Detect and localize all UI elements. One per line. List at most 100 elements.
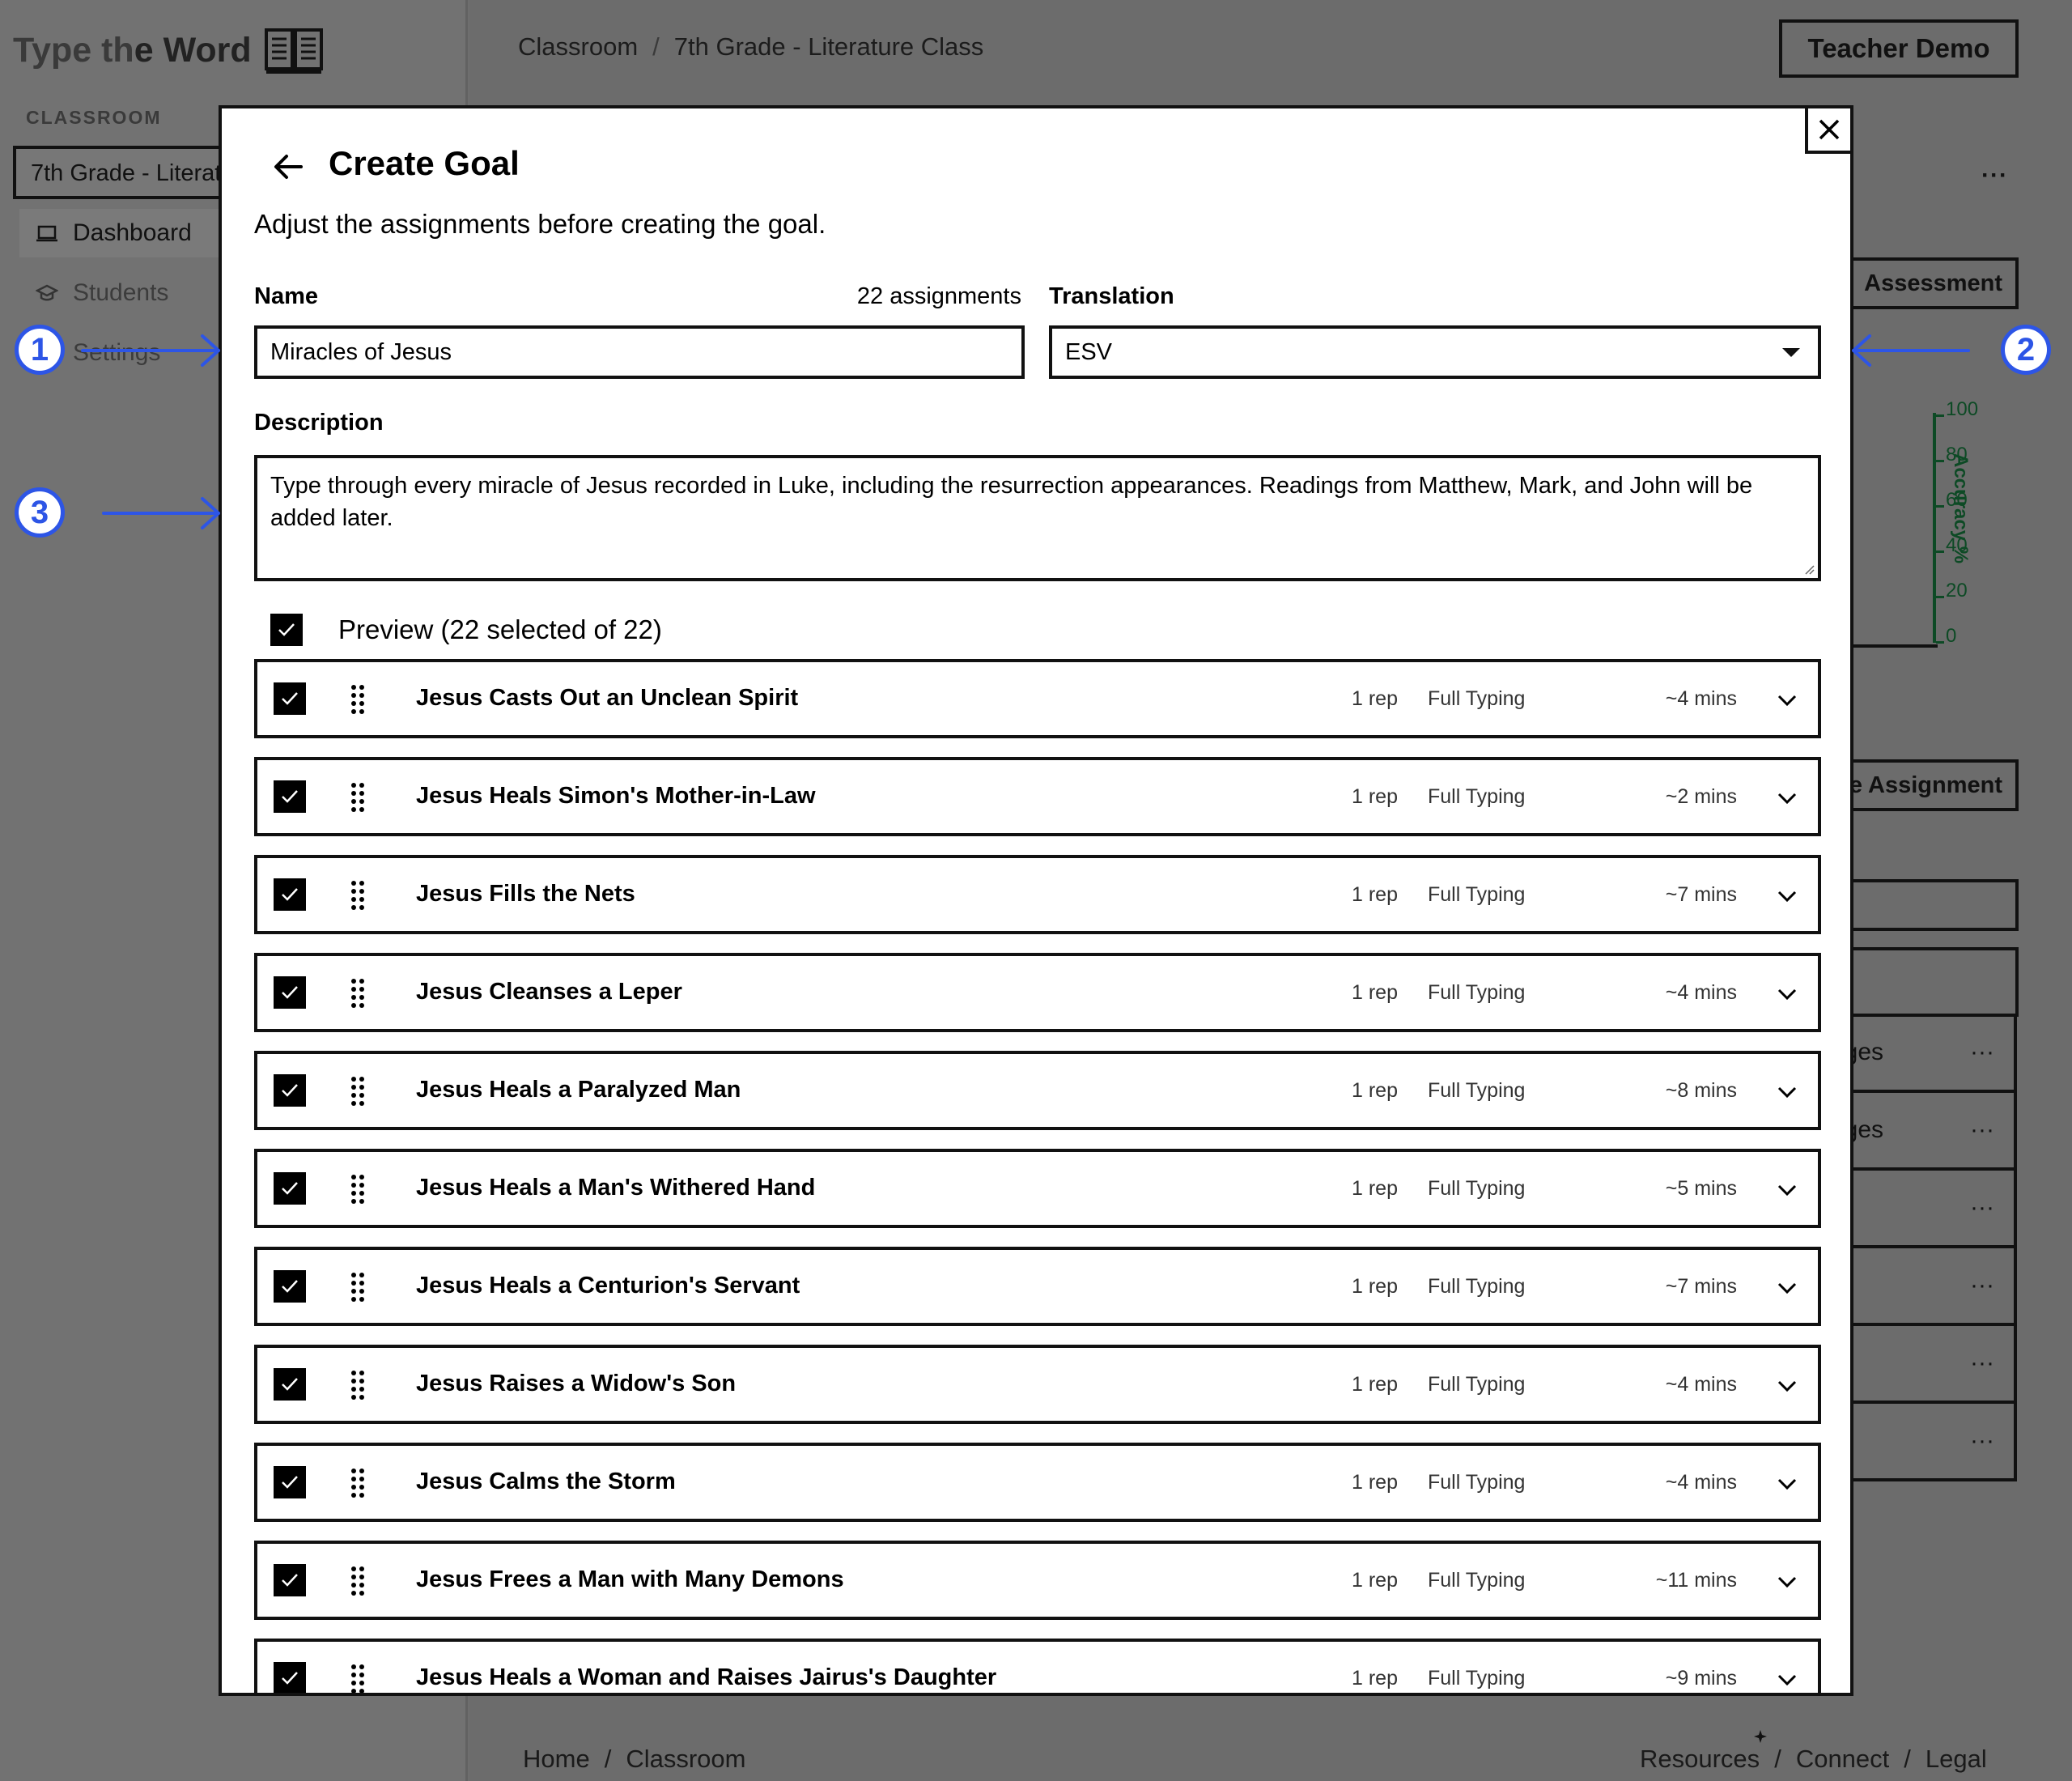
chevron-down-icon[interactable] bbox=[1776, 1473, 1798, 1495]
drag-handle-icon[interactable] bbox=[350, 1467, 366, 1499]
drag-handle-icon[interactable] bbox=[350, 1075, 366, 1107]
assignment-time: ~8 mins bbox=[1665, 1079, 1737, 1102]
assignment-checkbox[interactable] bbox=[274, 1172, 306, 1205]
more-options-icon[interactable]: ··· bbox=[1970, 1272, 1994, 1299]
assignment-checkbox[interactable] bbox=[274, 1270, 306, 1303]
assignment-time: ~5 mins bbox=[1665, 1177, 1737, 1200]
assignment-row[interactable]: Jesus Calms the Storm 1 rep Full Typing … bbox=[254, 1443, 1821, 1522]
drag-handle-icon[interactable] bbox=[350, 879, 366, 912]
modal-subtitle: Adjust the assignments before creating t… bbox=[254, 209, 826, 239]
chart-tick-mark bbox=[1936, 596, 1944, 598]
chevron-down-icon[interactable] bbox=[1776, 885, 1798, 908]
assignment-row[interactable]: Jesus Heals a Centurion's Servant 1 rep … bbox=[254, 1247, 1821, 1326]
chart-tick-mark bbox=[1936, 550, 1944, 553]
assignment-time: ~11 mins bbox=[1655, 1569, 1737, 1592]
callout-arrow-right bbox=[81, 334, 220, 367]
assignment-reps: 1 rep bbox=[1352, 1177, 1398, 1200]
assignment-type: Full Typing bbox=[1428, 785, 1526, 808]
assignment-row[interactable]: Jesus Heals Simon's Mother-in-Law 1 rep … bbox=[254, 757, 1821, 836]
breadcrumb-link[interactable]: Classroom bbox=[518, 32, 638, 61]
drag-handle-icon[interactable] bbox=[350, 1271, 366, 1303]
assignment-checkbox[interactable] bbox=[274, 1662, 306, 1693]
more-options-icon[interactable]: ··· bbox=[1970, 1350, 1994, 1377]
footer-link-home[interactable]: Home bbox=[523, 1745, 590, 1773]
select-all-checkbox[interactable] bbox=[270, 614, 303, 646]
assignment-row[interactable]: Jesus Raises a Widow's Son 1 rep Full Ty… bbox=[254, 1345, 1821, 1424]
laptop-icon bbox=[36, 225, 57, 242]
assignment-checkbox[interactable] bbox=[274, 1466, 306, 1498]
chevron-down-icon[interactable] bbox=[1776, 1375, 1798, 1397]
more-options-icon[interactable]: ··· bbox=[1970, 1039, 1994, 1066]
more-options-icon[interactable]: ··· bbox=[1970, 1116, 1994, 1144]
chevron-down-icon[interactable] bbox=[1776, 689, 1798, 712]
chevron-down-icon[interactable] bbox=[1776, 1081, 1798, 1103]
chevron-down-icon[interactable] bbox=[1776, 1571, 1798, 1593]
assignment-reps: 1 rep bbox=[1352, 1569, 1398, 1592]
close-modal-button[interactable] bbox=[1805, 105, 1853, 154]
drag-handle-icon[interactable] bbox=[350, 1369, 366, 1401]
drag-handle-icon[interactable] bbox=[350, 977, 366, 1010]
assignment-title: Jesus Heals a Centurion's Servant bbox=[416, 1273, 800, 1299]
chevron-down-icon[interactable] bbox=[1776, 1668, 1798, 1691]
drag-handle-icon[interactable] bbox=[350, 1663, 366, 1695]
footer-link-classroom[interactable]: Classroom bbox=[626, 1745, 745, 1773]
assignment-row[interactable]: Jesus Fills the Nets 1 rep Full Typing ~… bbox=[254, 855, 1821, 934]
checkmark-icon bbox=[282, 888, 298, 901]
chart-tick-label: 0 bbox=[1946, 625, 1957, 647]
app-logo[interactable]: Type the Word bbox=[13, 31, 252, 70]
description-label: Description bbox=[254, 410, 384, 436]
more-options-icon[interactable]: ··· bbox=[1981, 162, 2008, 189]
assignment-reps: 1 rep bbox=[1352, 1667, 1398, 1690]
preview-label: Preview (22 selected of 22) bbox=[338, 614, 662, 644]
checkmark-icon bbox=[278, 623, 295, 636]
assignment-row[interactable]: Jesus Heals a Paralyzed Man 1 rep Full T… bbox=[254, 1051, 1821, 1130]
footer-link-legal[interactable]: Legal bbox=[1926, 1745, 1987, 1773]
chart-tick-mark bbox=[1936, 414, 1944, 417]
sidebar-item-dashboard[interactable]: Dashboard bbox=[19, 209, 230, 257]
chart-y-axis bbox=[1933, 413, 1938, 643]
description-textarea[interactable]: Type through every miracle of Jesus reco… bbox=[254, 455, 1821, 581]
chevron-down-icon[interactable] bbox=[1776, 983, 1798, 1005]
assignment-checkbox[interactable] bbox=[274, 976, 306, 1009]
footer-link-resources[interactable]: Resources bbox=[1640, 1745, 1760, 1773]
breadcrumb-current[interactable]: 7th Grade - Literature Class bbox=[674, 32, 984, 61]
assignment-reps: 1 rep bbox=[1352, 1373, 1398, 1396]
sidebar-item-students[interactable]: Students bbox=[19, 269, 230, 317]
drag-handle-icon[interactable] bbox=[350, 1173, 366, 1205]
drag-handle-icon[interactable] bbox=[350, 1565, 366, 1597]
teacher-demo-button[interactable]: Teacher Demo bbox=[1779, 19, 2019, 78]
goal-name-input[interactable]: Miracles of Jesus bbox=[254, 325, 1025, 379]
assignment-time: ~9 mins bbox=[1665, 1667, 1737, 1690]
assignment-title: Jesus Heals a Paralyzed Man bbox=[416, 1077, 741, 1103]
assignment-checkbox[interactable] bbox=[274, 1564, 306, 1596]
checkmark-icon bbox=[282, 1084, 298, 1097]
assignment-row[interactable]: Jesus Cleanses a Leper 1 rep Full Typing… bbox=[254, 953, 1821, 1032]
chevron-down-icon[interactable] bbox=[1776, 787, 1798, 810]
assignment-type: Full Typing bbox=[1428, 981, 1526, 1004]
translation-select[interactable]: ESV bbox=[1049, 325, 1821, 379]
chevron-down-icon[interactable] bbox=[1776, 1179, 1798, 1201]
callout-arrow-right bbox=[102, 497, 220, 529]
drag-handle-icon[interactable] bbox=[350, 781, 366, 814]
assignment-type: Full Typing bbox=[1428, 1471, 1526, 1494]
assignment-checkbox[interactable] bbox=[274, 780, 306, 813]
drag-handle-icon[interactable] bbox=[350, 683, 366, 716]
resize-handle-icon[interactable] bbox=[1803, 563, 1815, 575]
assignment-row[interactable]: Jesus Frees a Man with Many Demons 1 rep… bbox=[254, 1541, 1821, 1620]
assignment-row[interactable]: Jesus Heals a Woman and Raises Jairus's … bbox=[254, 1639, 1821, 1695]
assignment-checkbox[interactable] bbox=[274, 1074, 306, 1107]
assignment-row[interactable]: Jesus Casts Out an Unclean Spirit 1 rep … bbox=[254, 659, 1821, 738]
assignment-row[interactable]: Jesus Heals a Man's Withered Hand 1 rep … bbox=[254, 1149, 1821, 1228]
more-options-icon[interactable]: ··· bbox=[1970, 1194, 1994, 1222]
assignment-checkbox[interactable] bbox=[274, 878, 306, 911]
footer-separator: / bbox=[604, 1745, 612, 1773]
chevron-down-icon[interactable] bbox=[1776, 1277, 1798, 1299]
assignment-checkbox[interactable] bbox=[274, 1368, 306, 1401]
callout-badge: 2 bbox=[2001, 325, 2051, 375]
assignment-checkbox[interactable] bbox=[274, 682, 306, 715]
assignment-title: Jesus Raises a Widow's Son bbox=[416, 1371, 737, 1396]
more-options-icon[interactable]: ··· bbox=[1970, 1427, 1994, 1455]
assignment-time: ~4 mins bbox=[1665, 1471, 1737, 1494]
footer-link-connect[interactable]: Connect bbox=[1796, 1745, 1889, 1773]
back-arrow-icon[interactable] bbox=[270, 149, 306, 185]
